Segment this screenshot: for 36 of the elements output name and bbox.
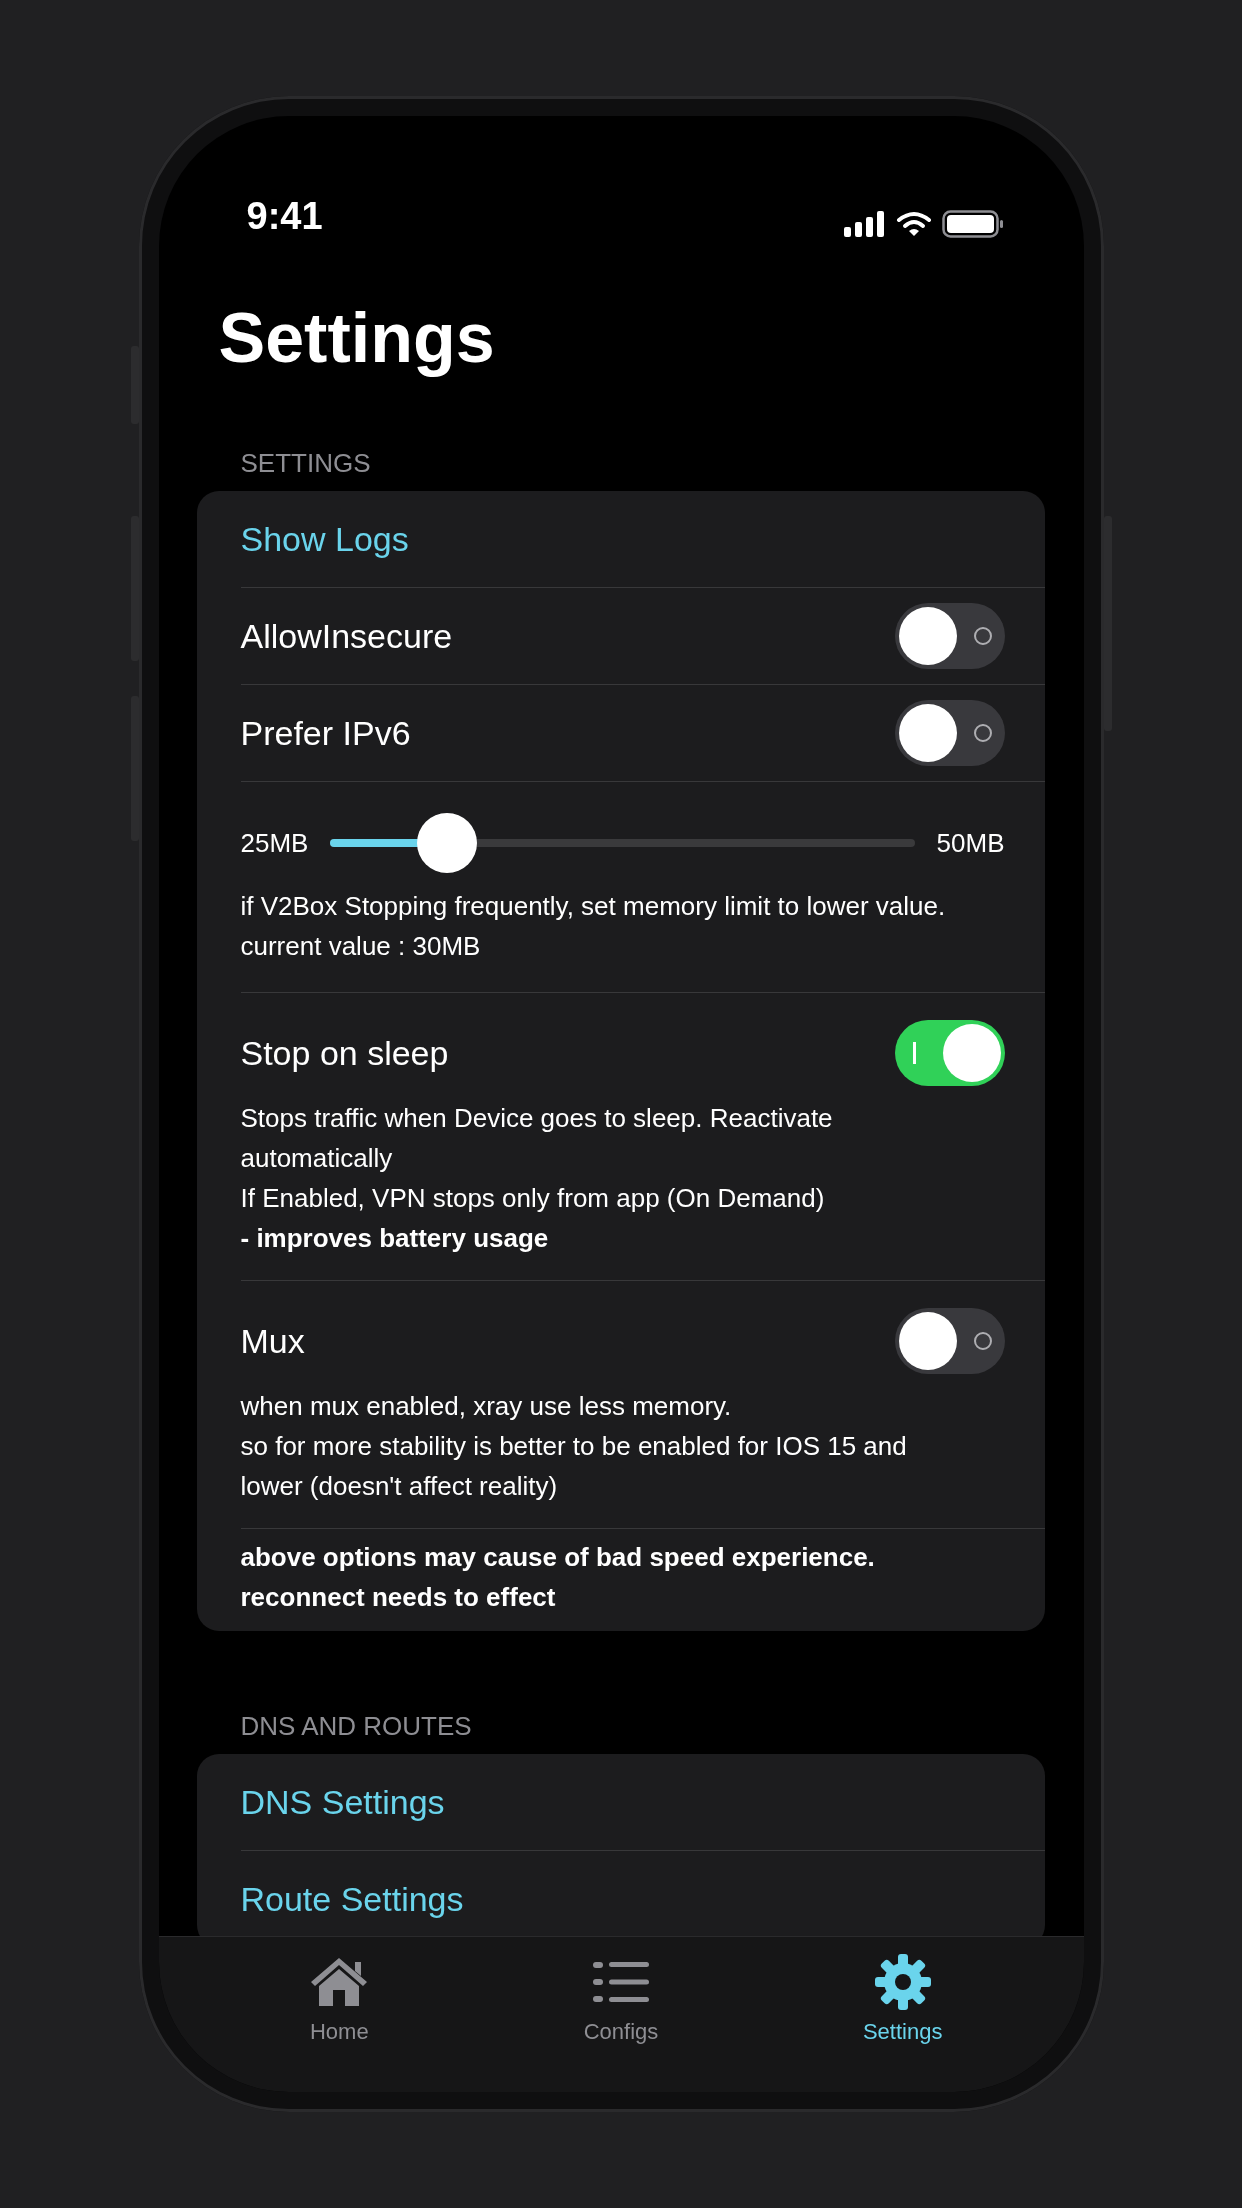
section-header: DNS AND ROUTES — [239, 1710, 473, 1743]
description-text: Stops traffic when Device goes to sleep. Reactivate automatically — [240, 1102, 834, 1175]
home-icon — [309, 1956, 370, 2008]
description-text: reconnect needs to effect — [240, 1581, 557, 1614]
list-icon — [593, 1960, 649, 2004]
battery-icon — [941, 210, 1004, 238]
memory-slider[interactable] — [330, 813, 915, 873]
description-text: when mux enabled, xray use less memory. — [240, 1390, 733, 1423]
status-time: 9:41 — [246, 195, 323, 238]
description-text: if V2Box Stopping frequently, set memory limit to lower value. — [240, 890, 947, 923]
description-text: above options may cause of bad speed experience. — [240, 1541, 876, 1574]
tab-item[interactable]: Configs — [521, 1937, 721, 2092]
settings-link[interactable]: DNS Settings — [240, 1782, 445, 1822]
description-text: - improves battery usage — [240, 1222, 550, 1255]
signal-icon — [843, 211, 886, 237]
settings-link[interactable]: Show Logs — [240, 519, 409, 559]
setting-label: Stop on sleep — [240, 1033, 449, 1073]
section-header: SETTINGS — [239, 447, 372, 480]
slider-min-label: 25MB — [240, 827, 309, 859]
off-indicator-icon — [972, 626, 993, 646]
settings-icon — [874, 1954, 931, 2010]
tab-item[interactable]: Settings — [802, 1937, 1003, 2092]
on-indicator-icon — [912, 1042, 916, 1064]
description-text: If Enabled, VPN stops only from app (On Demand) — [240, 1182, 826, 1215]
settings-link[interactable]: Route Settings — [240, 1879, 464, 1919]
description-text: so for more stability is better to be enabled for IOS 15 and lower (doesn't affect reality) — [240, 1430, 908, 1503]
slider-max-label: 50MB — [936, 827, 1005, 859]
description-text: current value : 30MB — [240, 930, 482, 963]
setting-label: Prefer IPv6 — [240, 713, 411, 753]
wifi-icon — [895, 211, 932, 237]
page-title: Settings — [217, 298, 496, 379]
setting-label: AllowInsecure — [240, 616, 453, 656]
setting-label: Mux — [240, 1321, 305, 1361]
off-indicator-icon — [972, 723, 993, 743]
off-indicator-icon — [972, 1331, 993, 1351]
tab-item[interactable]: Home — [239, 1937, 440, 2092]
